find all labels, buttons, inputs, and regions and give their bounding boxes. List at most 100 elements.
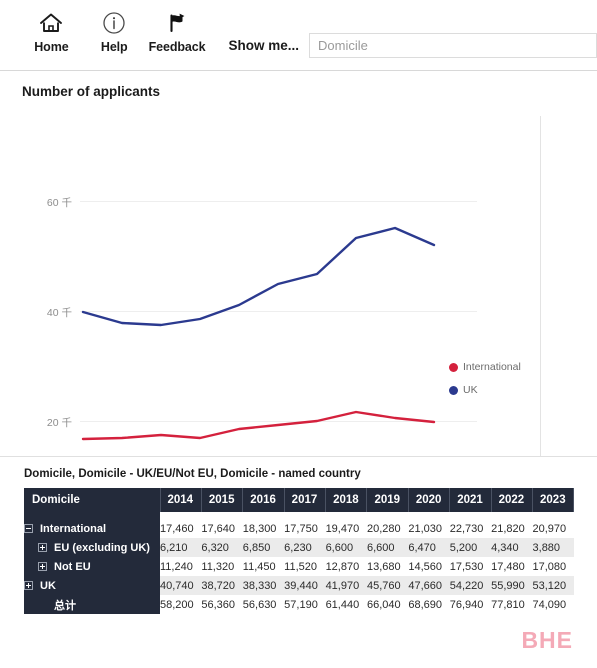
show-me-group: Show me... Domicile	[228, 33, 597, 58]
table-row[interactable]: UK 40,740 38,720 38,330 39,440 41,970 45…	[24, 576, 574, 595]
table-caption: Domicile, Domicile - UK/EU/Not EU, Domic…	[24, 468, 361, 480]
row-label-eu-excluding-uk: EU (excluding UK)	[54, 541, 150, 554]
row-header-total: 总计	[24, 595, 160, 614]
cell-uk-2019: 45,760	[366, 576, 409, 595]
column-header-domicile[interactable]: Domicile	[24, 488, 161, 512]
chart-panel: Number of applicants 60 千 40 千 20 千 2014…	[0, 71, 597, 523]
table-row[interactable]: 总计 58,200 56,360 56,630 57,190 61,440 66…	[24, 595, 574, 614]
table-header-row: Domicile 2014 2015 2016 2017 2018 2019 2…	[24, 488, 575, 512]
info-icon	[102, 10, 126, 36]
series-line-uk	[81, 226, 436, 327]
cell-not-eu-2018: 12,870	[325, 557, 367, 576]
cell-international-2015: 17,640	[201, 519, 243, 538]
cell-eu-2018: 6,600	[325, 538, 367, 557]
domicile-table: Domicile 2014 2015 2016 2017 2018 2019 2…	[24, 488, 575, 614]
home-icon	[39, 10, 63, 36]
bhe-watermark: BHE	[521, 627, 573, 653]
cell-international-2023: 20,970	[532, 519, 574, 538]
series-line-international	[81, 410, 436, 441]
feedback-icon	[165, 10, 189, 36]
top-toolbar: Home Help Feedback Show me... Domicile	[0, 0, 597, 71]
table-row[interactable]: EU (excluding UK) 6,210 6,320 6,850 6,23…	[24, 538, 574, 557]
feedback-button[interactable]: Feedback	[146, 10, 209, 54]
cell-total-2016: 56,630	[242, 595, 285, 614]
expand-toggle-eu-excluding-uk[interactable]	[38, 543, 47, 552]
legend-dot-international	[449, 362, 458, 372]
cell-uk-2020: 47,660	[408, 576, 450, 595]
cell-not-eu-2019: 13,680	[366, 557, 409, 576]
legend-dot-uk	[449, 385, 458, 395]
cell-eu-2023: 3,880	[532, 538, 574, 557]
cell-international-2014: 17,460	[160, 519, 202, 538]
cell-not-eu-2016: 11,450	[242, 557, 285, 576]
column-header-2018[interactable]: 2018	[325, 488, 368, 512]
cell-eu-2019: 6,600	[366, 538, 409, 557]
cell-not-eu-2014: 11,240	[160, 557, 202, 576]
cell-uk-2016: 38,330	[242, 576, 285, 595]
column-header-2016[interactable]: 2016	[242, 488, 285, 512]
show-me-input[interactable]: Domicile	[309, 33, 597, 58]
legend-item-international[interactable]: International	[449, 361, 521, 373]
column-header-2023[interactable]: 2023	[532, 488, 575, 512]
expand-toggle-not-eu[interactable]	[38, 562, 47, 571]
home-button[interactable]: Home	[20, 10, 83, 54]
cell-eu-2014: 6,210	[160, 538, 202, 557]
show-me-input-value: Domicile	[318, 38, 368, 53]
column-header-2015[interactable]: 2015	[201, 488, 244, 512]
cell-total-2021: 76,940	[449, 595, 492, 614]
collapse-toggle-international[interactable]	[24, 524, 33, 533]
home-button-label: Home	[34, 40, 69, 54]
help-button[interactable]: Help	[83, 10, 146, 54]
cell-not-eu-2015: 11,320	[201, 557, 243, 576]
table-header-spacer-row	[24, 512, 574, 519]
cell-uk-2017: 39,440	[284, 576, 326, 595]
cell-international-2016: 18,300	[242, 519, 285, 538]
cell-not-eu-2020: 14,560	[408, 557, 450, 576]
cell-total-2015: 56,360	[201, 595, 243, 614]
row-header-international[interactable]: International	[24, 519, 160, 538]
cell-total-2019: 66,040	[366, 595, 409, 614]
chart-title: Number of applicants	[22, 84, 161, 99]
cell-uk-2015: 38,720	[201, 576, 243, 595]
cell-not-eu-2023: 17,080	[532, 557, 574, 576]
table-row[interactable]: International 17,460 17,640 18,300 17,75…	[24, 519, 574, 538]
cell-not-eu-2022: 17,480	[491, 557, 533, 576]
cell-international-2018: 19,470	[325, 519, 367, 538]
cell-uk-2021: 54,220	[449, 576, 492, 595]
row-header-eu-excluding-uk[interactable]: EU (excluding UK)	[24, 538, 160, 557]
column-header-2021[interactable]: 2021	[449, 488, 492, 512]
row-label-not-eu: Not EU	[54, 560, 91, 573]
help-button-label: Help	[100, 40, 128, 54]
cell-eu-2021: 5,200	[449, 538, 492, 557]
cell-eu-2022: 4,340	[491, 538, 533, 557]
cell-uk-2023: 53,120	[532, 576, 574, 595]
column-header-2020[interactable]: 2020	[408, 488, 451, 512]
row-header-uk[interactable]: UK	[24, 576, 160, 595]
cell-uk-2018: 41,970	[325, 576, 367, 595]
expand-toggle-uk[interactable]	[24, 581, 33, 590]
column-header-2014[interactable]: 2014	[160, 488, 202, 512]
legend-item-uk[interactable]: UK	[449, 384, 521, 396]
cell-total-2022: 77,810	[491, 595, 533, 614]
cell-eu-2020: 6,470	[408, 538, 450, 557]
column-header-2017[interactable]: 2017	[284, 488, 327, 512]
table-row[interactable]: Not EU 11,240 11,320 11,450 11,520 12,87…	[24, 557, 574, 576]
cell-total-2023: 74,090	[532, 595, 574, 614]
cell-not-eu-2021: 17,530	[449, 557, 492, 576]
row-label-uk: UK	[40, 579, 56, 592]
cell-eu-2016: 6,850	[242, 538, 285, 557]
row-header-not-eu[interactable]: Not EU	[24, 557, 160, 576]
line-chart[interactable]: 60 千 40 千 20 千 2014 2015 2016 2017 2018 …	[0, 109, 545, 523]
cell-international-2017: 17,750	[284, 519, 326, 538]
cell-uk-2022: 55,990	[491, 576, 533, 595]
spacer-cells	[160, 512, 574, 519]
cell-not-eu-2017: 11,520	[284, 557, 326, 576]
column-header-2019[interactable]: 2019	[366, 488, 409, 512]
cell-eu-2015: 6,320	[201, 538, 243, 557]
cell-total-2014: 58,200	[160, 595, 202, 614]
cell-international-2020: 21,030	[408, 519, 450, 538]
cell-international-2019: 20,280	[366, 519, 409, 538]
column-header-2022[interactable]: 2022	[491, 488, 534, 512]
legend-label-uk: UK	[463, 384, 478, 396]
feedback-button-label: Feedback	[148, 40, 206, 54]
